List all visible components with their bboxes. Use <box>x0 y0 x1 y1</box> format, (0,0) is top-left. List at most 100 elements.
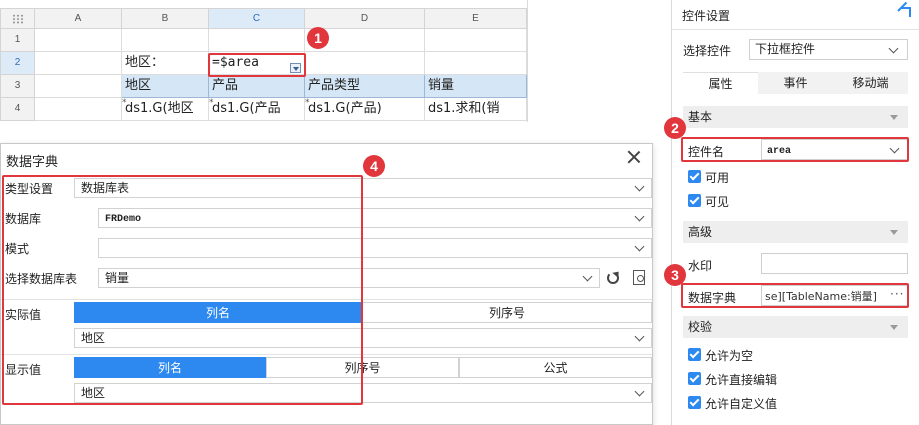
chevron-down-icon <box>634 181 645 192</box>
tab-properties[interactable]: 属性 <box>683 72 758 94</box>
cell-c3[interactable]: 产品 <box>209 75 305 98</box>
schema-label: 模式 <box>5 242 30 256</box>
preview-icon[interactable] <box>633 270 645 285</box>
actual-value: 地区 <box>81 331 106 345</box>
cell-dropdown-icon[interactable] <box>290 63 301 73</box>
chevron-down-icon <box>634 331 645 342</box>
actual-value-label: 实际值 <box>5 308 42 322</box>
widget-type-value: 下拉框控件 <box>755 42 816 56</box>
divider <box>1 354 652 355</box>
column-header-b[interactable]: B <box>122 8 209 29</box>
display-tab-column-index[interactable]: 列序号 <box>266 357 459 378</box>
widget-name-input[interactable]: area <box>761 139 908 160</box>
allow-custom-checkbox[interactable] <box>688 396 701 409</box>
display-value: 地区 <box>81 386 106 400</box>
table-select[interactable]: 销量 <box>98 268 600 288</box>
actual-tab-column-name[interactable]: 列名 <box>74 302 362 323</box>
collapse-icon <box>890 325 898 330</box>
actual-value-select[interactable]: 地区 <box>74 328 652 348</box>
widget-settings-panel: 控件设置 选择控件 下拉框控件 属性 事件 移动端 基本 控件名 area 可用… <box>671 0 919 425</box>
select-all-corner[interactable] <box>0 8 35 29</box>
column-header-c[interactable]: C <box>209 8 305 29</box>
data-dictionary-input[interactable]: se][TableName:销量] ··· <box>761 285 908 306</box>
visible-checkbox[interactable] <box>688 194 701 207</box>
database-value: FRDemo <box>105 214 142 225</box>
tab-events[interactable]: 事件 <box>758 72 833 94</box>
chevron-down-icon <box>888 43 899 54</box>
collapse-icon <box>890 115 898 120</box>
section-basic-label: 基本 <box>688 110 713 124</box>
data-dictionary-label: 数据字典 <box>688 291 737 305</box>
cell-c1[interactable] <box>209 29 305 52</box>
allow-edit-checkbox[interactable] <box>688 372 701 385</box>
allow-empty-checkbox[interactable] <box>688 348 701 361</box>
step-badge-1: 1 <box>307 27 329 49</box>
schema-select[interactable] <box>98 238 652 258</box>
tab-mobile[interactable]: 移动端 <box>833 72 908 94</box>
divider <box>1 299 652 300</box>
widget-name-label: 控件名 <box>688 145 725 159</box>
section-basic[interactable]: 基本 <box>683 106 908 128</box>
cell-a2[interactable] <box>35 52 122 75</box>
expand-icon[interactable] <box>901 7 911 17</box>
section-advanced[interactable]: 高级 <box>683 221 908 243</box>
watermark-input[interactable] <box>761 253 908 274</box>
allow-empty-label: 允许为空 <box>705 349 754 363</box>
cell-e3[interactable]: 销量 <box>425 75 527 98</box>
type-label: 类型设置 <box>5 182 54 196</box>
panel-tabs: 属性 事件 移动端 <box>683 72 908 94</box>
display-tab-column-name[interactable]: 列名 <box>74 357 266 378</box>
cell-e2[interactable] <box>425 52 527 75</box>
close-icon[interactable] <box>627 150 641 164</box>
chevron-down-icon <box>889 143 900 154</box>
cell-a1[interactable] <box>35 29 122 52</box>
step-badge-2: 2 <box>664 117 686 139</box>
data-dictionary-dialog: 数据字典 类型设置 数据库表 数据库 FRDemo 模式 选择数据库表 销量 实… <box>0 143 653 425</box>
widget-name-value: area <box>767 146 792 157</box>
actual-tab-column-index[interactable]: 列序号 <box>362 302 652 323</box>
display-tab-formula[interactable]: 公式 <box>459 357 652 378</box>
row-header-2[interactable]: 2 <box>0 52 35 75</box>
column-header-d[interactable]: D <box>305 8 425 29</box>
cell-a3[interactable] <box>35 75 122 98</box>
cell-e4[interactable]: ds1.求和(销 <box>425 98 527 121</box>
divider <box>672 29 919 30</box>
type-select[interactable]: 数据库表 <box>74 178 652 198</box>
display-value-select[interactable]: 地区 <box>74 383 652 403</box>
database-label: 数据库 <box>5 212 42 226</box>
spreadsheet: A B C D E 1 2 3 4 地区： =$area 地区 产品 产品类型 … <box>0 0 528 122</box>
row-header-3[interactable]: 3 <box>0 75 35 98</box>
section-validation-label: 校验 <box>688 320 713 334</box>
row-header-4[interactable]: 4 <box>0 98 35 121</box>
enabled-label: 可用 <box>705 171 730 185</box>
visible-label: 可见 <box>705 195 730 209</box>
cell-c4[interactable]: ds1.G(产品 <box>209 98 305 121</box>
chevron-down-icon <box>634 386 645 397</box>
allow-custom-label: 允许自定义值 <box>705 397 778 411</box>
database-select[interactable]: FRDemo <box>98 208 652 228</box>
select-widget-label: 选择控件 <box>683 44 732 58</box>
widget-type-select[interactable]: 下拉框控件 <box>749 39 908 60</box>
cell-b4[interactable]: ds1.G(地区 <box>122 98 209 121</box>
cell-b2[interactable]: 地区： <box>122 52 209 75</box>
ellipsis-button[interactable]: ··· <box>890 287 904 301</box>
section-validation[interactable]: 校验 <box>683 316 908 338</box>
cell-d3[interactable]: 产品类型 <box>305 75 425 98</box>
table-value: 销量 <box>105 271 130 285</box>
cell-b3[interactable]: 地区 <box>122 75 209 98</box>
enabled-checkbox[interactable] <box>688 170 701 183</box>
grid-icon <box>12 14 24 24</box>
display-value-label: 显示值 <box>5 363 42 377</box>
cell-e1[interactable] <box>425 29 527 52</box>
row-header-1[interactable]: 1 <box>0 29 35 52</box>
refresh-icon[interactable] <box>607 272 619 284</box>
cell-b1[interactable] <box>122 29 209 52</box>
cell-a4[interactable] <box>35 98 122 121</box>
cell-d2[interactable] <box>305 52 425 75</box>
column-header-e[interactable]: E <box>425 8 527 29</box>
chevron-down-icon <box>634 241 645 252</box>
watermark-label: 水印 <box>688 259 713 273</box>
column-header-a[interactable]: A <box>35 8 122 29</box>
cell-d4[interactable]: ds1.G(产品) <box>305 98 425 121</box>
type-value: 数据库表 <box>81 181 130 195</box>
